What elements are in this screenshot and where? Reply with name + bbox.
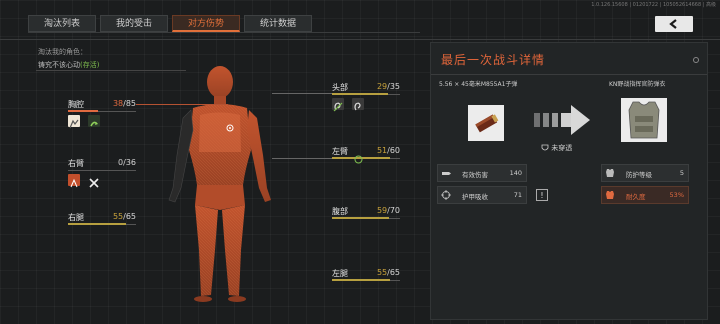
chest-health: 38/85 xyxy=(112,99,136,108)
protection-level-stat: 防护等级 5 xyxy=(601,164,689,182)
penetration-arrow xyxy=(534,101,594,145)
ammo-name: 5.56 × 45毫米M855A1子弹 xyxy=(439,81,518,88)
crosshair-icon xyxy=(441,190,451,200)
armor-absorb-stat: 护甲吸收 71 xyxy=(437,186,527,204)
panel-corner-icon xyxy=(693,57,699,63)
left-arm-label: 左臂 xyxy=(332,147,348,156)
status-ok-icon xyxy=(354,155,363,164)
bullet-damage-icon xyxy=(442,172,451,175)
tab-enemy-injuries[interactable]: 对方伤势 xyxy=(172,15,240,32)
left-leg-health-bar xyxy=(332,279,390,281)
body-part-chest: 胸腔 38/85 xyxy=(68,99,136,129)
left-leg-health: 55/65 xyxy=(376,268,400,277)
durability-icon xyxy=(606,191,614,199)
panel-title: 最后一次战斗详情 xyxy=(441,53,546,67)
body-part-abdomen: 腹部 59/70 xyxy=(332,206,400,219)
tab-my-damage[interactable]: 我的受击 xyxy=(100,15,168,32)
victim-status: 铸究不该心动(存活) xyxy=(38,60,99,70)
body-part-head: 头部 29/35 xyxy=(332,82,400,112)
back-button[interactable] xyxy=(655,16,693,32)
head-health: 29/35 xyxy=(376,82,400,91)
victim-name: 铸究不该心动 xyxy=(38,61,80,69)
chest-label: 胸腔 xyxy=(68,100,84,109)
abdomen-health-bar xyxy=(332,217,390,219)
left-leg-label: 左腿 xyxy=(332,269,348,278)
body-part-right-arm: 右臂 0/36 xyxy=(68,158,136,188)
body-part-left-leg: 左腿 55/65 xyxy=(332,268,400,281)
victim-label: 淘汰我的角色： xyxy=(38,48,87,56)
victim-alive-tag: (存活) xyxy=(80,61,100,69)
body-figure xyxy=(145,60,295,314)
right-arm-label: 右臂 xyxy=(68,159,84,168)
arrow-right-icon xyxy=(534,105,590,135)
head-connector xyxy=(272,93,332,94)
tab-bar: 淘汰列表 我的受击 对方伤势 统计数据 xyxy=(28,14,420,33)
version-text: 1.0.126.15608 | 01201722 | 105052614668 … xyxy=(591,2,716,8)
ammo-item[interactable] xyxy=(468,105,504,141)
healing-icon xyxy=(88,115,101,127)
hearing-damage-icon xyxy=(332,98,344,112)
tab-statistics[interactable]: 统计数据 xyxy=(244,15,312,32)
warning-icon[interactable]: ! xyxy=(536,189,548,201)
effective-damage-stat: 有效伤害 140 xyxy=(437,164,527,182)
abdomen-health: 59/70 xyxy=(376,206,400,215)
last-fight-panel: 最后一次战斗详情 5.56 × 45毫米M855A1子弹 KN野战指挥官防弹衣 … xyxy=(430,42,708,320)
header-divider xyxy=(0,39,720,40)
left-arm-health: 51/60 xyxy=(376,146,400,155)
penetration-status: 未穿透 xyxy=(541,143,572,153)
armor-name: KN野战指挥官防弹衣 xyxy=(609,81,666,88)
vest-icon xyxy=(606,169,614,177)
panel-header-divider xyxy=(431,74,707,75)
left-arm-connector xyxy=(272,158,332,159)
right-leg-label: 右腿 xyxy=(68,213,84,222)
shield-icon xyxy=(541,144,549,151)
destroyed-x-icon xyxy=(88,174,100,188)
body-armor-icon xyxy=(628,101,660,139)
fracture-icon xyxy=(68,115,80,129)
head-label: 头部 xyxy=(332,83,348,92)
body-part-right-leg: 右腿 55/65 xyxy=(68,212,136,225)
head-health-bar xyxy=(332,93,389,95)
back-arrow-icon xyxy=(669,19,677,29)
abdomen-label: 腹部 xyxy=(332,207,348,216)
body-part-left-arm: 左臂 51/60 xyxy=(332,146,400,164)
right-leg-health: 55/65 xyxy=(112,212,136,221)
armor-item[interactable] xyxy=(621,98,667,142)
chest-health-bar xyxy=(68,110,99,112)
ear-icon xyxy=(352,98,365,111)
chest-connector xyxy=(136,104,228,105)
right-arm-health: 0/36 xyxy=(118,158,136,167)
durability-stat: 耐久度 53% xyxy=(601,186,689,204)
ammo-box-icon xyxy=(475,114,499,133)
tab-elimination-list[interactable]: 淘汰列表 xyxy=(28,15,96,32)
bleeding-icon xyxy=(68,174,80,188)
right-leg-health-bar xyxy=(68,223,126,225)
